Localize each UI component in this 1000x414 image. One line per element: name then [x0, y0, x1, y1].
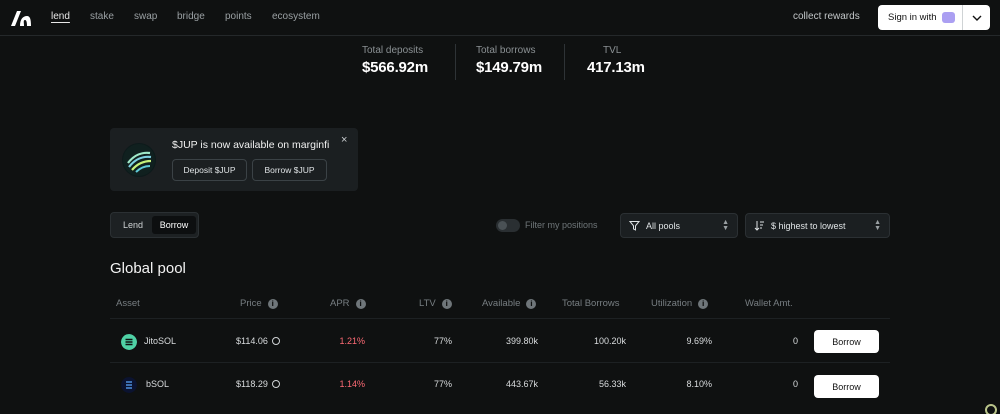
- asset-name: JitoSOL: [144, 336, 177, 346]
- column-header-total-borrows[interactable]: Total Borrows: [562, 298, 620, 309]
- column-header-ltv[interactable]: LTV i: [419, 298, 452, 309]
- sign-in-control: Sign in with: [878, 5, 990, 30]
- nav-link-points[interactable]: points: [225, 11, 252, 22]
- jup-announcement-banner: $JUP is now available on marginfi × Depo…: [110, 128, 358, 191]
- borrow-jup-button[interactable]: Borrow $JUP: [252, 159, 327, 181]
- asset-apr: 1.21%: [339, 336, 365, 346]
- column-header-available[interactable]: Available i: [482, 298, 537, 309]
- table-divider: [110, 318, 890, 319]
- select-caret-icon: ▲ ▼: [722, 218, 729, 232]
- lend-borrow-toggle: Lend Borrow: [110, 212, 199, 238]
- stat-label: TVL: [603, 45, 622, 56]
- toggle-lend[interactable]: Lend: [114, 216, 152, 234]
- nav-link-swap[interactable]: swap: [134, 11, 157, 22]
- asset-price: $118.29: [236, 379, 280, 389]
- pool-filter-select[interactable]: All pools ▲ ▼: [620, 213, 738, 238]
- collect-rewards-link[interactable]: collect rewards: [793, 11, 860, 22]
- sign-in-options-button[interactable]: [963, 15, 990, 21]
- pyth-icon: [271, 337, 280, 345]
- stat-value: $149.79m: [476, 59, 542, 76]
- column-header-label: APR: [330, 298, 350, 309]
- column-header-apr[interactable]: APR i: [330, 298, 366, 309]
- pool-title: Global pool: [110, 260, 186, 277]
- stat-total-borrows: Total borrows $149.79m: [476, 45, 542, 76]
- asset-name: bSOL: [146, 379, 170, 389]
- column-header-label: LTV: [419, 298, 436, 309]
- pyth-icon: [271, 380, 280, 388]
- info-icon[interactable]: i: [441, 298, 452, 309]
- asset-ltv: 77%: [433, 379, 452, 389]
- stat-value: $566.92m: [362, 59, 428, 76]
- sort-select[interactable]: $ highest to lowest ▲ ▼: [745, 213, 890, 238]
- asset-utilization: 9.69%: [686, 336, 712, 346]
- column-header-label: Total Borrows: [562, 298, 620, 309]
- bsol-icon: [121, 377, 137, 393]
- price-value: $114.06: [236, 336, 268, 346]
- info-icon[interactable]: i: [355, 298, 366, 309]
- info-icon[interactable]: i: [526, 298, 537, 309]
- toggle-borrow[interactable]: Borrow: [152, 216, 196, 234]
- nav-link-bridge[interactable]: bridge: [177, 11, 205, 22]
- select-caret-icon: ▲ ▼: [874, 218, 881, 232]
- sign-in-label: Sign in with: [888, 12, 937, 23]
- stat-divider: [564, 44, 565, 80]
- sort-value: $ highest to lowest: [771, 220, 846, 231]
- column-header-label: Utilization: [651, 298, 693, 309]
- filter-icon: [629, 221, 640, 231]
- pool-filter-value: All pools: [646, 220, 681, 231]
- filter-my-positions-label: Filter my positions: [525, 220, 598, 230]
- column-header-utilization[interactable]: Utilization i: [651, 298, 709, 309]
- marginfi-logo-icon[interactable]: [10, 9, 32, 27]
- asset-available: 399.80k: [505, 336, 538, 346]
- stat-label: Total borrows: [476, 45, 536, 56]
- jitosol-icon: [121, 334, 137, 350]
- nav-link-lend[interactable]: lend: [51, 11, 70, 22]
- price-value: $118.29: [236, 379, 268, 389]
- stat-value: 417.13m: [587, 59, 645, 76]
- filter-my-positions-switch[interactable]: [496, 219, 520, 232]
- chevron-down-icon: [972, 15, 981, 21]
- asset-total-borrows: 56.33k: [598, 379, 626, 389]
- asset-utilization: 8.10%: [686, 379, 712, 389]
- borrow-button[interactable]: Borrow: [814, 330, 879, 353]
- table-divider: [110, 362, 890, 363]
- asset-wallet-amount: 0: [792, 336, 798, 346]
- asset-price: $114.06: [236, 336, 280, 346]
- sort-icon: [754, 221, 764, 231]
- nav-link-stake[interactable]: stake: [90, 11, 114, 22]
- column-header-label: Wallet Amt.: [745, 298, 793, 309]
- asset-available: 443.67k: [505, 379, 538, 389]
- column-header-label: Asset: [116, 298, 140, 309]
- asset-total-borrows: 100.20k: [593, 336, 626, 346]
- stat-total-deposits: Total deposits $566.92m: [362, 45, 428, 76]
- deposit-jup-button[interactable]: Deposit $JUP: [172, 159, 247, 181]
- info-icon[interactable]: i: [698, 298, 709, 309]
- help-launcher-icon[interactable]: [985, 404, 997, 414]
- column-header-asset[interactable]: Asset: [116, 298, 140, 309]
- sign-in-button[interactable]: Sign in with: [878, 5, 962, 30]
- stat-divider: [455, 44, 456, 80]
- nav-link-ecosystem[interactable]: ecosystem: [272, 11, 320, 22]
- phantom-icon: [941, 12, 955, 23]
- borrow-button[interactable]: Borrow: [814, 375, 879, 398]
- stat-label: Total deposits: [362, 45, 424, 56]
- jup-icon: [122, 143, 156, 177]
- column-header-label: Available: [482, 298, 521, 309]
- stat-tvl: TVL 417.13m: [587, 45, 645, 76]
- column-header-price[interactable]: Price i: [240, 298, 278, 309]
- asset-apr: 1.14%: [339, 379, 365, 389]
- top-nav: lend stake swap bridge points ecosystem …: [0, 0, 1000, 36]
- asset-ltv: 77%: [433, 336, 452, 346]
- asset-wallet-amount: 0: [792, 379, 798, 389]
- banner-title: $JUP is now available on marginfi: [172, 139, 330, 151]
- close-icon[interactable]: ×: [341, 134, 347, 146]
- info-icon[interactable]: i: [267, 298, 278, 309]
- column-header-wallet[interactable]: Wallet Amt.: [745, 298, 793, 309]
- column-header-label: Price: [240, 298, 262, 309]
